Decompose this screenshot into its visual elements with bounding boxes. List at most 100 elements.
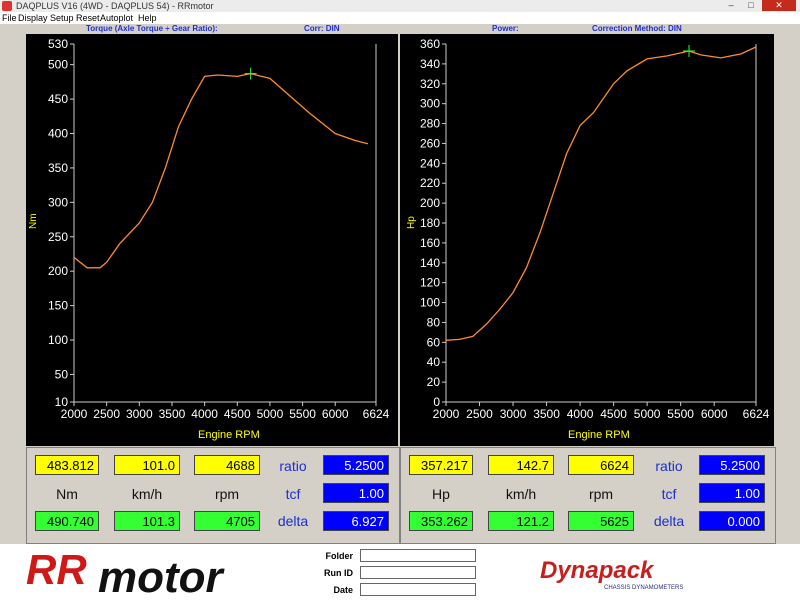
- torque-x-tick-label: 3500: [159, 407, 186, 421]
- dynapack-logo: Dynapack CHASSIS DYNAMOMETERS: [540, 557, 683, 591]
- power-x-tick-label: 4500: [600, 407, 627, 421]
- power-y-tick-label: 320: [420, 77, 440, 91]
- right-panel-header: Power: Correction Method: DIN: [400, 24, 774, 34]
- ratio-value-box[interactable]: 5.2500: [699, 455, 765, 475]
- power-y-tick-label: 80: [427, 315, 441, 329]
- window-title: DAQPLUS V16 (4WD - DAQPLUS 54) - RRmotor: [16, 1, 214, 11]
- ratio-value-box[interactable]: 5.2500: [323, 455, 389, 475]
- power-y-tick-label: 280: [420, 117, 440, 131]
- rpm-value-box: 6624: [568, 455, 634, 475]
- power-y-tick-label: 120: [420, 276, 440, 290]
- torque-value-box: 483.812: [35, 455, 99, 475]
- torque-ylabel: Nm: [28, 213, 39, 229]
- power-x-tick-label: 5000: [634, 407, 661, 421]
- power-y-tick-label: 240: [420, 156, 440, 170]
- close-button[interactable]: ✕: [762, 0, 796, 11]
- power-y-tick-label: 180: [420, 216, 440, 230]
- footer-bar: RR motor Folder Run ID Date Dynapack CHA…: [0, 544, 800, 600]
- folder-label: Folder: [325, 551, 353, 561]
- power-header-corr: Correction Method: DIN: [592, 24, 682, 33]
- power-header-title: Power:: [492, 24, 519, 33]
- torque-x-tick-label: 2500: [93, 407, 120, 421]
- torque-y-tick-label: 250: [48, 230, 68, 244]
- unit-rpm-label: rpm: [588, 486, 614, 502]
- unit-kmh-label: km/h: [505, 486, 537, 502]
- power-peak-box: 353.262: [409, 511, 473, 531]
- ratio-label: ratio: [655, 458, 683, 474]
- power-x-tick-label: 2000: [433, 407, 460, 421]
- torque-series-line: [73, 72, 369, 269]
- power-xlabel: Engine RPM: [568, 429, 630, 441]
- torque-x-tick-label: 4000: [191, 407, 218, 421]
- menu-autoplot[interactable]: Autoplot: [100, 12, 133, 24]
- runid-label: Run ID: [324, 568, 353, 578]
- power-x-tick-label: 2500: [466, 407, 493, 421]
- rpm-value-box: 4688: [194, 455, 260, 475]
- torque-x-tick-label: 6624: [363, 407, 390, 421]
- menu-help[interactable]: Help: [138, 12, 157, 24]
- rpm-peak-box: 5625: [568, 511, 634, 531]
- rrmotor-logo-motor: motor: [98, 553, 226, 600]
- torque-x-tick-label: 3000: [126, 407, 153, 421]
- torque-y-tick-label: 200: [48, 264, 68, 278]
- tcf-label: tcf: [285, 486, 301, 502]
- power-x-tick-label: 6000: [701, 407, 728, 421]
- dynapack-logo-text: Dynapack: [540, 557, 655, 584]
- power-y-tick-label: 100: [420, 296, 440, 310]
- torque-x-tick-label: 5000: [257, 407, 284, 421]
- speed-peak-box: 121.2: [488, 511, 554, 531]
- power-x-tick-label: 4000: [567, 407, 594, 421]
- unit-kmh-label: km/h: [131, 486, 163, 502]
- delta-label: delta: [653, 513, 685, 529]
- torque-x-tick-label: 4500: [224, 407, 251, 421]
- power-x-tick-label: 3000: [500, 407, 527, 421]
- torque-y-tick-label: 500: [48, 58, 68, 72]
- rrmotor-logo-rr: RR: [26, 546, 87, 593]
- torque-x-tick-label: 5500: [289, 407, 316, 421]
- torque-y-tick-label: 300: [48, 195, 68, 209]
- speed-value-box: 142.7: [488, 455, 554, 475]
- menu-bar: File Display Setup Reset Autoplot Help: [0, 12, 800, 24]
- power-x-tick-label: 5500: [667, 407, 694, 421]
- torque-chart-panel[interactable]: Nm Engine RPM 530 500 450 400 350 300 250 200 15…: [26, 34, 398, 446]
- power-y-tick-label: 200: [420, 196, 440, 210]
- rpm-peak-box: 4705: [194, 511, 260, 531]
- menu-file[interactable]: File: [2, 12, 17, 24]
- minimize-button[interactable]: –: [722, 0, 740, 11]
- power-ylabel: Hp: [406, 216, 417, 229]
- speed-peak-box: 101.3: [114, 511, 180, 531]
- torque-xlabel: Engine RPM: [198, 429, 260, 441]
- torque-chart[interactable]: Nm Engine RPM 530 500 450 400 350 300 250 200 15…: [26, 34, 398, 446]
- power-chart-panel[interactable]: Hp Engine RPM 360 340 320 300 280 260 240 220 20…: [400, 34, 774, 446]
- power-value-box: 357.217: [409, 455, 473, 475]
- torque-y-tick-label: 50: [55, 367, 69, 381]
- power-series-line: [445, 46, 757, 341]
- power-y-tick-label: 260: [420, 136, 440, 150]
- runid-field[interactable]: [360, 566, 476, 579]
- maximize-button[interactable]: □: [742, 0, 760, 11]
- menu-reset[interactable]: Reset: [76, 12, 100, 24]
- date-field[interactable]: [360, 583, 476, 596]
- delta-label: delta: [277, 513, 309, 529]
- menu-setup[interactable]: Setup: [50, 12, 74, 24]
- power-y-tick-label: 40: [427, 355, 441, 369]
- power-y-tick-label: 340: [420, 57, 440, 71]
- tcf-value-box[interactable]: 1.00: [699, 483, 765, 503]
- delta-value-box: 6.927: [323, 511, 389, 531]
- torque-header-title: Torque (Axle Torque ÷ Gear Ratio):: [86, 24, 218, 33]
- dynapack-logo-subtext: CHASSIS DYNAMOMETERS: [604, 585, 683, 591]
- power-chart[interactable]: Hp Engine RPM 360 340 320 300 280 260 240 220 20…: [400, 34, 774, 446]
- unit-nm-label: Nm: [56, 486, 78, 502]
- torque-y-tick-label: 350: [48, 161, 68, 175]
- power-x-tick-label: 6624: [743, 407, 770, 421]
- power-y-tick-label: 60: [427, 335, 441, 349]
- power-y-tick-label: 220: [420, 176, 440, 190]
- unit-rpm-label: rpm: [214, 486, 240, 502]
- folder-field[interactable]: [360, 549, 476, 562]
- app-icon: [2, 1, 12, 11]
- power-y-tick-label: 140: [420, 256, 440, 270]
- tcf-value-box[interactable]: 1.00: [323, 483, 389, 503]
- menu-display[interactable]: Display: [18, 12, 48, 24]
- delta-value-box: 0.000: [699, 511, 765, 531]
- power-y-tick-label: 360: [420, 37, 440, 51]
